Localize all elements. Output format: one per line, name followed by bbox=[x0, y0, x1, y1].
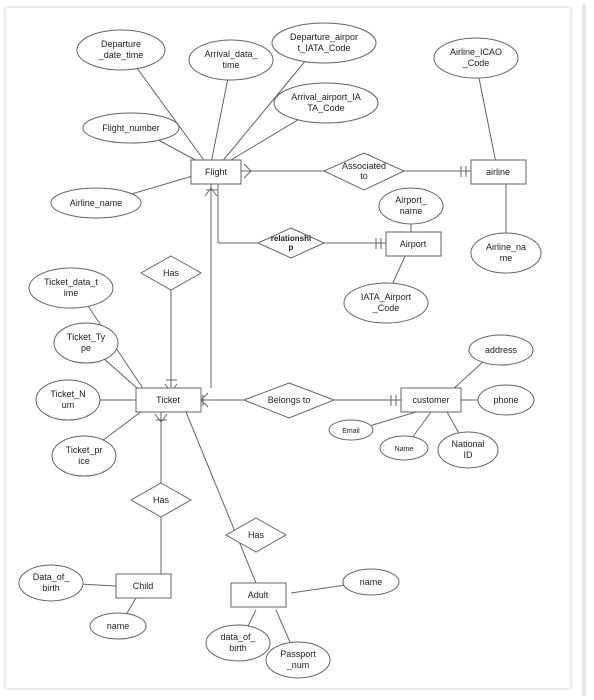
page: { "entities": { "flight": "Flight", "air… bbox=[0, 0, 594, 700]
attribute-child-dob: Data_of_birth bbox=[19, 565, 83, 601]
svg-text:Ticket: Ticket bbox=[156, 395, 180, 405]
attribute-arrival-airport-iata: Arrival_airport_IATA_Code bbox=[274, 83, 378, 123]
svg-text:Ticket_data_t: Ticket_data_t bbox=[44, 277, 98, 287]
er-svg: Departure_date_time Arrival_data_time De… bbox=[6, 8, 570, 688]
svg-text:ID: ID bbox=[464, 450, 474, 460]
attribute-adult-name: name bbox=[343, 569, 399, 595]
svg-text:relationshi: relationshi bbox=[271, 234, 311, 243]
svg-text:pe: pe bbox=[81, 343, 91, 353]
entity-customer: customer bbox=[401, 388, 461, 412]
svg-text:Associated: Associated bbox=[342, 161, 386, 171]
entity-flight: Flight bbox=[191, 160, 241, 184]
attribute-national-id: NationalID bbox=[438, 432, 498, 468]
attribute-departure-airport-iata: Departure_airport_IATA_Code bbox=[272, 23, 376, 63]
attribute-address: address bbox=[469, 335, 533, 365]
svg-text:Airline_na: Airline_na bbox=[486, 242, 526, 252]
attribute-ticket-price: Ticket_price bbox=[52, 436, 116, 476]
svg-text:Data_of_: Data_of_ bbox=[33, 572, 71, 582]
attribute-flight-number: Flight_number bbox=[83, 113, 179, 143]
svg-text:birth: birth bbox=[42, 583, 60, 593]
svg-text:Departure_airpor: Departure_airpor bbox=[290, 32, 358, 42]
svg-text:Passport: Passport bbox=[280, 649, 316, 659]
svg-text:_num: _num bbox=[286, 660, 310, 670]
attribute-passport-num: Passport_num bbox=[266, 642, 330, 678]
svg-text:Flight_number: Flight_number bbox=[102, 123, 160, 133]
svg-text:Airport: Airport bbox=[400, 239, 427, 249]
svg-text:birth: birth bbox=[229, 643, 247, 653]
svg-text:um: um bbox=[62, 400, 75, 410]
svg-text:name: name bbox=[360, 577, 383, 587]
attribute-iata-airport-code: IATA_Airport_Code bbox=[344, 283, 428, 323]
svg-text:Flight: Flight bbox=[205, 167, 228, 177]
attribute-phone: phone bbox=[478, 385, 534, 415]
svg-text:_Code: _Code bbox=[462, 58, 490, 68]
svg-text:Ticket_Ty: Ticket_Ty bbox=[67, 332, 106, 342]
svg-text:Airline_name: Airline_name bbox=[70, 198, 123, 208]
svg-text:Has: Has bbox=[153, 495, 170, 505]
rel-has-ticket-child: Has bbox=[131, 483, 191, 517]
svg-text:Child: Child bbox=[133, 581, 154, 591]
svg-text:Arrival_airport_IA: Arrival_airport_IA bbox=[291, 92, 361, 102]
attribute-name-customer: Name bbox=[380, 436, 428, 460]
svg-text:Name: Name bbox=[395, 446, 414, 453]
svg-text:Ticket_pr: Ticket_pr bbox=[66, 445, 103, 455]
scrollbar[interactable] bbox=[582, 4, 586, 696]
entity-airline: airline bbox=[471, 160, 526, 184]
svg-text:data_of_: data_of_ bbox=[220, 632, 256, 642]
rel-associated-to: Associatedto bbox=[324, 153, 404, 190]
entity-airport: Airport bbox=[386, 232, 441, 256]
svg-text:Email: Email bbox=[342, 428, 360, 435]
attribute-airline-name: Airline_name bbox=[471, 233, 541, 273]
svg-text:Belongs to: Belongs to bbox=[268, 395, 311, 405]
attribute-ticket-data-time: Ticket_data_time bbox=[29, 268, 113, 308]
svg-text:p: p bbox=[289, 243, 294, 252]
attribute-airline-icao: Airline_ICAO_Code bbox=[434, 38, 518, 78]
svg-text:Airline_ICAO: Airline_ICAO bbox=[450, 47, 502, 57]
svg-text:IATA_Airport: IATA_Airport bbox=[361, 292, 412, 302]
svg-text:_Code: _Code bbox=[372, 303, 400, 313]
entity-ticket: Ticket bbox=[136, 388, 201, 412]
svg-text:Has: Has bbox=[248, 530, 265, 540]
svg-text:name: name bbox=[107, 621, 130, 631]
rel-relationship: relationship bbox=[258, 228, 324, 258]
er-diagram-canvas: { "entities": { "flight": "Flight", "air… bbox=[6, 8, 570, 688]
attribute-adult-dob: data_of_birth bbox=[206, 625, 270, 661]
attribute-ticket-num: Ticket_Num bbox=[36, 380, 100, 420]
svg-text:phone: phone bbox=[493, 395, 518, 405]
svg-text:ice: ice bbox=[78, 456, 90, 466]
attribute-departure-date-time: Departure_date_time bbox=[77, 30, 165, 70]
rel-has-flight-ticket: Has bbox=[141, 256, 201, 290]
rel-has-ticket-adult: Has bbox=[226, 518, 286, 552]
rel-belongs-to: Belongs to bbox=[244, 383, 334, 418]
attribute-airport-name: Airport_name bbox=[379, 188, 443, 224]
svg-text:airline: airline bbox=[486, 167, 510, 177]
svg-text:time: time bbox=[222, 60, 239, 70]
attribute-arrival-data-time: Arrival_data_time bbox=[189, 40, 273, 80]
entity-child: Child bbox=[116, 574, 171, 598]
attribute-email: Email bbox=[329, 420, 373, 440]
svg-text:address: address bbox=[485, 345, 518, 355]
svg-text:Ticket_N: Ticket_N bbox=[50, 389, 85, 399]
svg-text:_date_time: _date_time bbox=[98, 50, 144, 60]
svg-text:Arrival_data_: Arrival_data_ bbox=[204, 49, 258, 59]
svg-text:me: me bbox=[500, 253, 513, 263]
svg-text:Airport_: Airport_ bbox=[395, 195, 428, 205]
svg-text:TA_Code: TA_Code bbox=[307, 103, 344, 113]
attribute-ticket-type: Ticket_Type bbox=[54, 323, 118, 363]
svg-text:National: National bbox=[451, 439, 484, 449]
svg-text:ime: ime bbox=[64, 288, 79, 298]
attribute-airline-name-flight: Airline_name bbox=[51, 188, 141, 218]
svg-text:Has: Has bbox=[163, 268, 180, 278]
svg-text:to: to bbox=[360, 171, 368, 181]
svg-text:Departure: Departure bbox=[101, 39, 141, 49]
entity-adult: Adult bbox=[231, 583, 286, 607]
attribute-child-name: name bbox=[90, 613, 146, 639]
svg-text:Adult: Adult bbox=[248, 590, 269, 600]
svg-text:t_IATA_Code: t_IATA_Code bbox=[298, 43, 351, 53]
svg-text:customer: customer bbox=[412, 395, 449, 405]
svg-text:name: name bbox=[400, 206, 423, 216]
